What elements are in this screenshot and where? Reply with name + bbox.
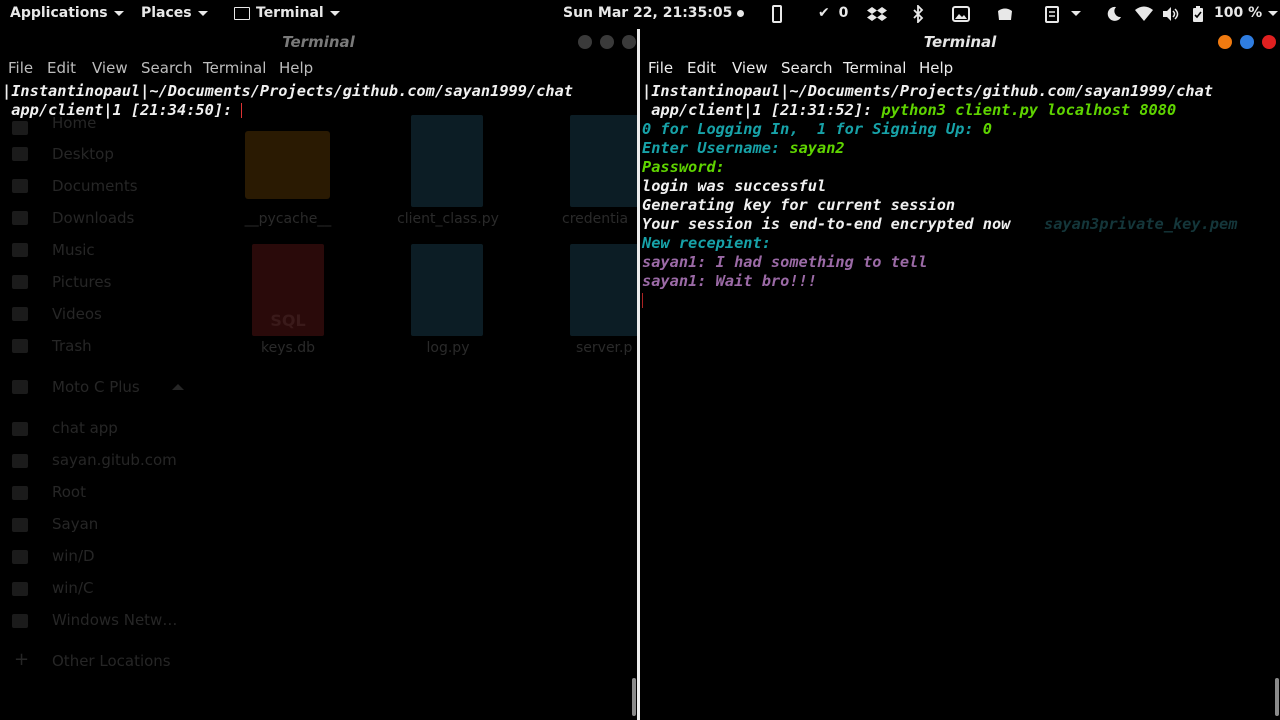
clipboard-menu-chevron[interactable] bbox=[1065, 0, 1081, 27]
chevron-down-icon bbox=[1071, 10, 1081, 16]
close-button[interactable] bbox=[622, 35, 636, 49]
check-icon: ✔ bbox=[818, 5, 830, 21]
login-prompt-line: 0 for Logging In, 1 for Signing Up: 0 bbox=[642, 120, 1280, 139]
login-result-line: login was successful bbox=[642, 177, 827, 195]
clock-text: Sun Mar 22, 21:35:05 bbox=[563, 5, 733, 21]
app-menu[interactable]: Terminal bbox=[234, 0, 340, 27]
battery-percent: 100 % bbox=[1214, 5, 1263, 21]
minimize-button[interactable] bbox=[1218, 35, 1232, 49]
prompt-text: app/client|1 [21:31:52]: bbox=[642, 101, 882, 119]
prompt-line: |Instantinopaul|~/Documents/Projects/git… bbox=[2, 82, 573, 100]
text-cursor bbox=[241, 103, 243, 118]
login-choice: 0 bbox=[982, 120, 992, 138]
right-terminal-window[interactable]: Terminal File Edit View Search Terminal … bbox=[640, 29, 1280, 720]
left-terminal-output[interactable]: |Instantinopaul|~/Documents/Projects/git… bbox=[2, 82, 637, 720]
username-prompt: Enter Username: bbox=[642, 139, 790, 157]
left-menubar: File Edit View Search Terminal Help bbox=[0, 56, 637, 82]
app-label: Terminal bbox=[256, 5, 324, 21]
cursor-line bbox=[642, 291, 1280, 310]
right-terminal-output[interactable]: sayan3private_key.pem |Instantinopaul|~/… bbox=[642, 82, 1280, 720]
dropbox-icon[interactable] bbox=[867, 4, 887, 24]
window-title: Terminal bbox=[923, 33, 997, 51]
top-panel: Applications Places Terminal Sun Mar 22,… bbox=[0, 0, 1280, 27]
chevron-down-icon bbox=[113, 10, 124, 16]
battery-icon[interactable] bbox=[1188, 4, 1208, 24]
prompt-text: app/client|1 [21:34:50]: bbox=[2, 101, 242, 119]
places-menu[interactable]: Places bbox=[141, 0, 208, 27]
clipboard-icon[interactable] bbox=[1042, 4, 1062, 24]
menu-file[interactable]: File bbox=[8, 59, 33, 77]
ghost-filename: sayan3private_key.pem bbox=[1044, 215, 1238, 233]
prompt-line-cont: app/client|1 [21:34:50]: bbox=[2, 101, 637, 120]
menu-view[interactable]: View bbox=[92, 59, 128, 77]
left-titlebar[interactable]: Terminal bbox=[0, 29, 637, 56]
keygen-line: Generating key for current session bbox=[642, 196, 956, 214]
chevron-down-icon bbox=[329, 10, 340, 16]
menu-search[interactable]: Search bbox=[141, 59, 193, 77]
battery-status[interactable]: 100 % bbox=[1214, 0, 1279, 27]
close-button[interactable] bbox=[1262, 35, 1276, 49]
text-cursor bbox=[642, 293, 643, 308]
volume-icon[interactable] bbox=[1161, 4, 1181, 24]
menu-terminal[interactable]: Terminal bbox=[843, 59, 906, 77]
window-title: Terminal bbox=[282, 33, 355, 51]
chevron-down-icon bbox=[197, 10, 208, 16]
menu-help[interactable]: Help bbox=[279, 59, 313, 77]
menu-edit[interactable]: Edit bbox=[47, 59, 76, 77]
recipient-prompt-line: New recepient: bbox=[642, 234, 771, 252]
updates-count: 0 bbox=[838, 5, 849, 21]
prompt-line-cont: app/client|1 [21:31:52]: python3 client.… bbox=[642, 101, 1280, 120]
places-label: Places bbox=[141, 5, 192, 21]
maximize-button[interactable] bbox=[600, 35, 614, 49]
minimize-button[interactable] bbox=[578, 35, 592, 49]
menu-search[interactable]: Search bbox=[781, 59, 833, 77]
username-value: sayan2 bbox=[789, 139, 845, 157]
username-line: Enter Username: sayan2 bbox=[642, 139, 1280, 158]
applications-label: Applications bbox=[10, 5, 108, 21]
login-prompt: 0 for Logging In, 1 for Signing Up: bbox=[642, 120, 983, 138]
bluetooth-icon[interactable] bbox=[908, 4, 928, 24]
wifi-icon[interactable] bbox=[1134, 4, 1154, 24]
password-line: Password: bbox=[642, 158, 725, 176]
menu-view[interactable]: View bbox=[732, 59, 768, 77]
scrollbar[interactable] bbox=[632, 678, 636, 716]
maximize-button[interactable] bbox=[1240, 35, 1254, 49]
left-terminal-window[interactable]: Terminal File Edit View Search Terminal … bbox=[0, 29, 637, 720]
prompt-line: |Instantinopaul|~/Documents/Projects/git… bbox=[642, 82, 1213, 100]
coffee-icon[interactable] bbox=[995, 4, 1015, 24]
right-menubar: File Edit View Search Terminal Help bbox=[640, 56, 1280, 82]
menu-edit[interactable]: Edit bbox=[687, 59, 716, 77]
applications-menu[interactable]: Applications bbox=[10, 0, 124, 27]
menu-terminal[interactable]: Terminal bbox=[203, 59, 266, 77]
right-titlebar[interactable]: Terminal bbox=[640, 29, 1280, 56]
command-text: python3 client.py localhost 8080 bbox=[881, 101, 1177, 119]
clock[interactable]: Sun Mar 22, 21:35:05 bbox=[563, 0, 745, 27]
message-line: sayan1: I had something to tell bbox=[642, 253, 928, 271]
notification-dot-icon bbox=[737, 9, 745, 17]
updates-indicator[interactable]: ✔ 0 bbox=[818, 0, 848, 27]
menu-help[interactable]: Help bbox=[919, 59, 953, 77]
phone-icon[interactable] bbox=[767, 4, 787, 24]
menu-file[interactable]: File bbox=[648, 59, 673, 77]
message-line: sayan1: Wait bro!!! bbox=[642, 272, 817, 290]
terminal-icon bbox=[234, 6, 250, 20]
chevron-down-icon bbox=[1268, 10, 1279, 16]
image-icon[interactable] bbox=[951, 4, 971, 24]
scrollbar[interactable] bbox=[1275, 678, 1279, 716]
night-light-icon[interactable] bbox=[1104, 4, 1124, 24]
